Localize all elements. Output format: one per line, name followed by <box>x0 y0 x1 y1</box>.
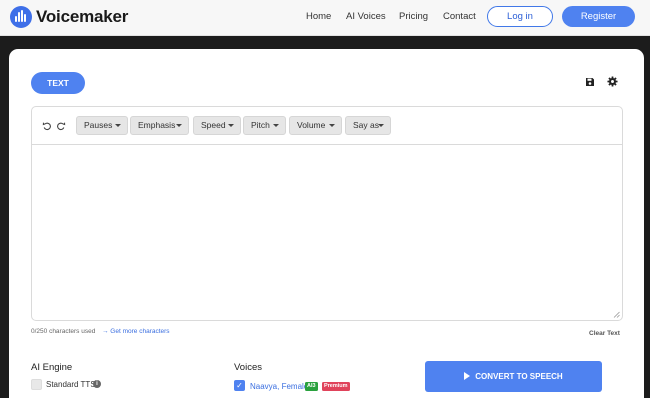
clear-text-button[interactable]: Clear Text <box>589 330 620 337</box>
volume-dropdown[interactable]: Volume <box>289 116 342 135</box>
nav-link-contact[interactable]: Contact <box>443 11 476 22</box>
nav-link-ai-voices[interactable]: AI Voices <box>346 11 386 22</box>
logo[interactable]: Voicemaker <box>10 6 128 28</box>
ai-engine-heading: AI Engine <box>31 362 73 373</box>
nav-link-home[interactable]: Home <box>306 11 331 22</box>
emphasis-dropdown[interactable]: Emphasis <box>130 116 189 135</box>
caret-down-icon <box>378 124 384 127</box>
standard-tts-label[interactable]: Standard TTS <box>46 380 96 389</box>
caret-down-icon <box>329 124 335 127</box>
standard-tts-checkbox[interactable] <box>31 379 42 390</box>
selected-voice-name[interactable]: Naavya, Female <box>250 382 308 391</box>
speed-dropdown[interactable]: Speed <box>193 116 241 135</box>
editor-toolbar: Pauses Emphasis Speed Pitch Volume Say a… <box>32 107 622 145</box>
pitch-dropdown[interactable]: Pitch <box>243 116 286 135</box>
volume-label: Volume <box>297 120 326 130</box>
get-more-characters-link[interactable]: → Get more characters <box>102 328 170 335</box>
emphasis-label: Emphasis <box>138 120 176 130</box>
caret-down-icon <box>115 124 121 127</box>
caret-down-icon <box>228 124 234 127</box>
character-counter: 0/250 characters used <box>31 328 96 335</box>
login-button[interactable]: Log in <box>487 6 553 27</box>
top-navbar: Voicemaker Home AI Voices Pricing Contac… <box>0 0 650 36</box>
voicemaker-logo-icon <box>10 6 32 28</box>
save-icon[interactable] <box>585 77 595 87</box>
pauses-dropdown[interactable]: Pauses <box>76 116 128 135</box>
redo-icon[interactable] <box>56 121 66 131</box>
say-as-label: Say as <box>353 120 379 130</box>
undo-icon[interactable] <box>42 121 52 131</box>
pauses-label: Pauses <box>84 120 113 130</box>
say-as-dropdown[interactable]: Say as <box>345 116 391 135</box>
resize-handle-icon[interactable] <box>613 311 620 318</box>
caret-down-icon <box>176 124 182 127</box>
register-button[interactable]: Register <box>562 6 635 27</box>
tab-text[interactable]: TEXT <box>31 72 85 94</box>
nav-link-pricing[interactable]: Pricing <box>399 11 428 22</box>
text-editor[interactable]: Pauses Emphasis Speed Pitch Volume Say a… <box>31 106 623 321</box>
ai-badge: AI3 <box>305 382 318 391</box>
play-icon <box>464 372 471 380</box>
convert-label: CONVERT TO SPEECH <box>475 372 563 381</box>
pitch-label: Pitch <box>251 120 270 130</box>
voices-heading: Voices <box>234 362 262 373</box>
premium-badge: Premium <box>322 382 350 391</box>
speed-label: Speed <box>201 120 226 130</box>
convert-to-speech-button[interactable]: CONVERT TO SPEECH <box>425 361 602 392</box>
caret-down-icon <box>273 124 279 127</box>
editor-card: TEXT Pauses Emphasis Speed Pitch Volume … <box>9 49 644 398</box>
voice-checkbox[interactable]: ✓ <box>234 380 245 391</box>
text-area[interactable] <box>32 145 622 320</box>
gear-icon[interactable] <box>607 76 618 87</box>
info-icon[interactable]: i <box>93 380 101 388</box>
brand-name: Voicemaker <box>36 7 129 26</box>
